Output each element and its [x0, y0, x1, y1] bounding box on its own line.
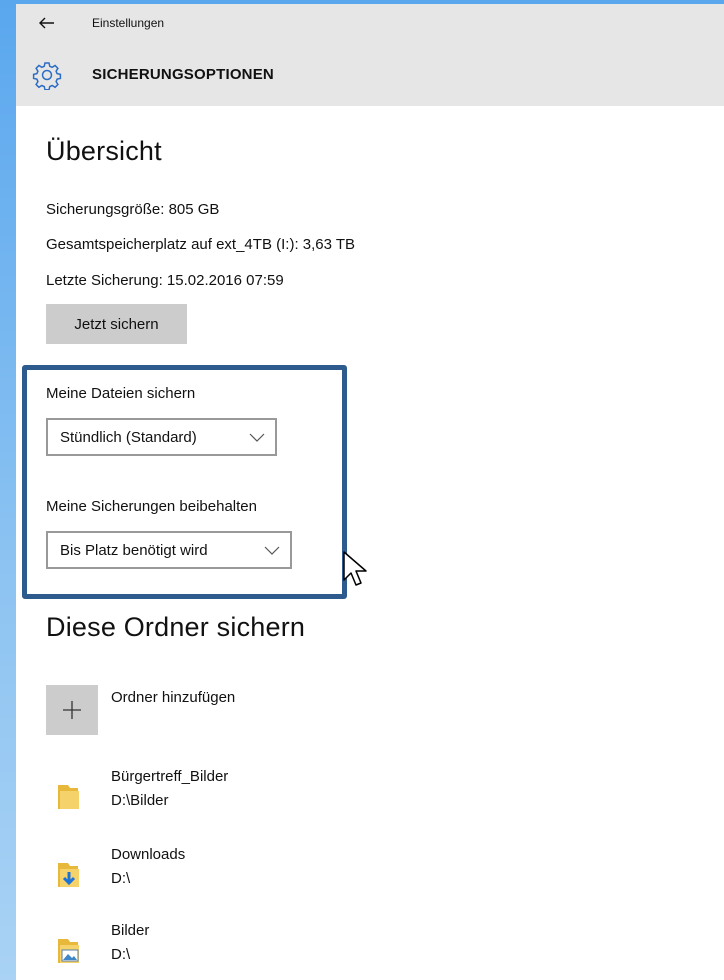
add-folder-label[interactable]: Ordner hinzufügen [111, 689, 235, 706]
total-storage: Gesamtspeicherplatz auf ext_4TB (I:): 3,… [46, 236, 356, 253]
settings-highlight-box [22, 365, 347, 599]
folder-list-item[interactable]: Downloads D:\ [46, 846, 546, 906]
folder-list-item[interactable]: Bilder D:\ [46, 922, 546, 980]
folder-list-item[interactable]: Bürgertreff_Bilder D:\Bilder [46, 768, 546, 828]
folder-path: D:\ [111, 946, 131, 963]
folder-path: D:\Bilder [111, 792, 169, 809]
backup-now-button[interactable]: Jetzt sichern [46, 304, 187, 344]
downloads-folder-icon [58, 863, 79, 887]
app-title: Einstellungen [92, 16, 165, 30]
add-folder-button[interactable] [46, 685, 98, 735]
title-bar: Einstellungen SICHERUNGSOPTIONEN [16, 4, 724, 106]
backup-size: Sicherungsgröße: 805 GB [46, 201, 220, 218]
settings-window: Einstellungen SICHERUNGSOPTIONEN Übersic… [16, 4, 724, 980]
folder-name: Bürgertreff_Bilder [111, 768, 229, 785]
folder-path: D:\ [111, 870, 131, 887]
overview-heading: Übersicht [46, 136, 162, 166]
folders-heading: Diese Ordner sichern [46, 612, 306, 642]
back-button[interactable] [32, 10, 62, 36]
folder-name: Bilder [111, 922, 150, 939]
back-arrow-icon [39, 17, 54, 29]
mouse-pointer-icon [343, 551, 367, 586]
folder-icon [58, 785, 79, 809]
last-backup: Letzte Sicherung: 15.02.2016 07:59 [46, 272, 284, 289]
page-heading: SICHERUNGSOPTIONEN [92, 66, 274, 83]
pictures-folder-icon [58, 939, 79, 963]
folder-name: Downloads [111, 846, 186, 863]
plus-icon [63, 701, 81, 719]
gear-icon [32, 60, 62, 91]
